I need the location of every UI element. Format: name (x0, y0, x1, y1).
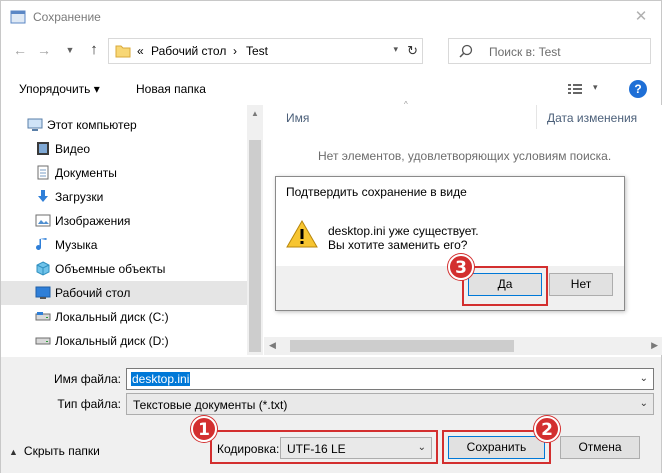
breadcrumb-separator: › (233, 44, 237, 58)
window-title: Сохранение (33, 10, 101, 24)
title-bar: Сохранение ✕ (1, 1, 661, 33)
navigation-bar: ← → ▼ ↑ « Рабочий стол › Test ▾ ↻ Поиск … (1, 35, 661, 67)
sidebar-item-this-pc[interactable]: Этот компьютер (1, 113, 247, 137)
search-box[interactable]: Поиск в: Test (448, 38, 651, 64)
sidebar-item-documents[interactable]: Документы (1, 161, 247, 185)
sidebar-scrollbar[interactable]: ▲ (247, 105, 263, 355)
save-button[interactable]: Сохранить (448, 436, 545, 459)
sidebar-item-music[interactable]: Музыка (1, 233, 247, 257)
encoding-value: UTF-16 LE (287, 442, 346, 456)
chevron-up-icon: ▲ (9, 447, 18, 457)
scroll-left-icon[interactable]: ◀ (269, 340, 276, 351)
desktop-icon (35, 286, 51, 299)
sidebar-item-label: Музыка (55, 238, 98, 252)
navigation-pane: Этот компьютер Видео Документы Загрузки … (1, 109, 263, 355)
sidebar-item-drive-d[interactable]: Локальный диск (D:) (1, 329, 247, 353)
sidebar-item-desktop[interactable]: Рабочий стол (1, 281, 247, 305)
sidebar-item-pictures[interactable]: Изображения (1, 209, 247, 233)
scrollbar-thumb[interactable] (290, 340, 514, 352)
dialog-message-line2: Вы хотите заменить его? (328, 238, 468, 252)
scroll-up-icon[interactable]: ▲ (251, 109, 259, 118)
new-folder-button[interactable]: Новая папка (136, 82, 206, 96)
view-dropdown-icon[interactable]: ▾ (593, 82, 598, 93)
search-placeholder: Поиск в: Test (489, 45, 561, 59)
step-badge-3: 3 (448, 254, 474, 280)
empty-folder-message: Нет элементов, удовлетворяющих условиям … (318, 149, 612, 163)
view-options-button[interactable]: ▾ (567, 81, 601, 97)
filename-dropdown-icon[interactable]: ⌄ (640, 373, 648, 384)
yes-button[interactable]: Да (468, 273, 542, 296)
sidebar-item-label: Документы (55, 166, 117, 180)
step-badge-1: 1 (191, 416, 217, 442)
documents-icon (37, 165, 49, 180)
breadcrumb-test[interactable]: Test (246, 44, 268, 58)
hide-folders-label: Скрыть папки (23, 444, 100, 458)
notepad-icon (10, 10, 26, 24)
sort-ascending-icon: ^ (404, 100, 408, 109)
sidebar-item-label: Загрузки (55, 190, 104, 204)
filename-field[interactable]: desktop.ini ⌄ (126, 368, 654, 390)
sidebar-item-label: Локальный диск (C:) (55, 310, 169, 324)
sidebar-item-videos[interactable]: Видео (1, 137, 247, 161)
command-bar: Упорядочить ▾ Новая папка ▾ ? (1, 73, 661, 105)
drive-d-icon (35, 337, 51, 345)
sidebar-item-drive-c[interactable]: Локальный диск (C:) (1, 305, 247, 329)
column-header-date[interactable]: Дата изменения (547, 111, 637, 125)
horizontal-scrollbar[interactable]: ◀ ▶ (264, 337, 662, 355)
breadcrumb-desktop[interactable]: Рабочий стол (151, 44, 226, 58)
step-badge-2: 2 (534, 416, 560, 442)
scroll-right-icon[interactable]: ▶ (651, 340, 658, 351)
help-icon[interactable]: ? (629, 80, 647, 98)
filetype-label: Тип файла: (57, 397, 121, 411)
filetype-value: Текстовые документы (*.txt) (133, 398, 288, 412)
save-dialog-window: Сохранение ✕ ← → ▼ ↑ « Рабочий стол › Te… (0, 0, 662, 473)
encoding-dropdown-icon[interactable]: ⌄ (418, 442, 426, 453)
recent-locations-chevron-icon[interactable]: ▼ (61, 41, 79, 59)
search-icon (459, 44, 473, 58)
address-bar[interactable]: « Рабочий стол › Test ▾ ↻ (108, 38, 423, 64)
filename-value[interactable]: desktop.ini (131, 372, 191, 386)
sidebar-item-downloads[interactable]: Загрузки (1, 185, 247, 209)
forward-arrow-icon[interactable]: → (35, 41, 53, 59)
address-prefix[interactable]: « (137, 44, 144, 58)
hide-folders-button[interactable]: ▲ Скрыть папки (9, 444, 100, 458)
folder-icon (115, 45, 131, 58)
sidebar-item-label: Объемные объекты (55, 262, 166, 276)
pictures-icon (35, 214, 51, 227)
sidebar-item-label: Видео (55, 142, 91, 156)
music-icon (36, 238, 47, 250)
organize-button[interactable]: Упорядочить ▾ (19, 82, 100, 96)
no-button[interactable]: Нет (549, 273, 613, 296)
dialog-message-line1: desktop.ini уже существует. (328, 224, 479, 238)
sidebar-item-label: Этот компьютер (47, 118, 137, 132)
cancel-button[interactable]: Отмена (560, 436, 640, 459)
filename-label: Имя файла: (54, 372, 121, 386)
filetype-select[interactable]: Текстовые документы (*.txt) ⌄ (126, 393, 654, 415)
sidebar-item-label: Рабочий стол (55, 286, 131, 300)
dialog-title: Подтвердить сохранение в виде (286, 185, 467, 199)
3d-objects-icon (36, 261, 50, 276)
back-arrow-icon[interactable]: ← (11, 41, 29, 59)
column-header-name[interactable]: Имя (286, 111, 309, 125)
refresh-icon[interactable]: ↻ (407, 43, 418, 59)
encoding-label: Кодировка: (217, 442, 280, 456)
address-dropdown-icon[interactable]: ▾ (393, 44, 398, 55)
sidebar-item-3d-objects[interactable]: Объемные объекты (1, 257, 247, 281)
encoding-select[interactable]: UTF-16 LE ⌄ (280, 437, 432, 459)
sidebar-item-label: Локальный диск (D:) (55, 334, 169, 348)
column-divider[interactable] (536, 105, 537, 129)
drive-c-icon (35, 312, 51, 321)
close-icon[interactable]: ✕ (633, 9, 649, 25)
up-arrow-icon[interactable]: ↑ (85, 41, 103, 59)
sidebar-item-label: Изображения (55, 214, 131, 228)
video-icon (37, 142, 49, 155)
filetype-dropdown-icon[interactable]: ⌄ (640, 398, 648, 409)
scrollbar-thumb[interactable] (249, 140, 261, 352)
warning-icon (286, 219, 318, 248)
downloads-icon (38, 190, 48, 202)
computer-icon (27, 118, 43, 131)
details-view-icon (568, 84, 582, 94)
